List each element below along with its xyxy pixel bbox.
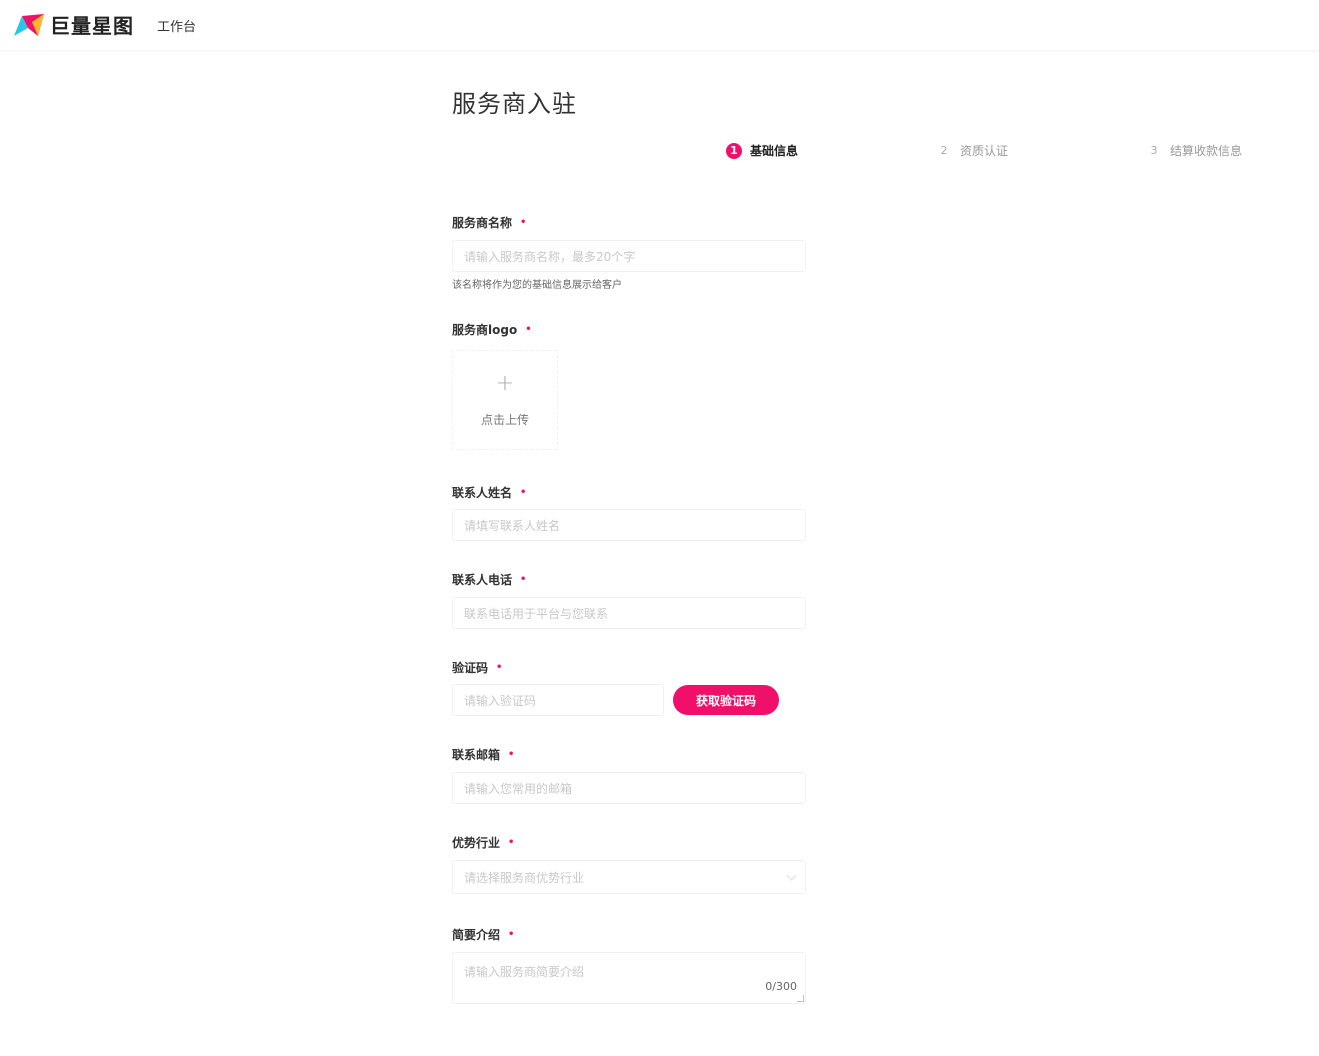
label-provider-logo: 服务商logo • — [452, 321, 532, 338]
label-email: 联系邮箱 • — [452, 746, 514, 763]
contact-name-input[interactable]: 请填写联系人姓名 — [452, 509, 806, 541]
plus-icon: + — [495, 370, 515, 396]
step-number: 3 — [1150, 144, 1158, 157]
step-label: 基础信息 — [750, 144, 799, 158]
brand-logo-icon — [14, 13, 44, 36]
step-basic-info: 1 基础信息 — [726, 142, 798, 159]
intro-textarea[interactable]: 请输入服务商简要介绍 0/300 — [452, 952, 806, 1004]
label-industry: 优势行业 • — [452, 834, 514, 851]
required-mark: • — [508, 749, 515, 760]
step-indicator: 1 基础信息 2 资质认证 3 结算收款信息 — [0, 142, 1319, 162]
input-placeholder: 请填写联系人姓名 — [464, 518, 561, 533]
input-placeholder: 请输入验证码 — [464, 693, 537, 708]
field-label-text: 验证码 — [452, 661, 489, 675]
top-bar: 巨量星图 工作台 — [0, 0, 1319, 50]
industry-select[interactable]: 请选择服务商优势行业 — [452, 860, 806, 894]
char-counter: 0/300 — [765, 980, 797, 993]
logo-upload[interactable]: + 点击上传 — [452, 350, 558, 450]
required-mark: • — [508, 837, 515, 848]
textarea-placeholder: 请输入服务商简要介绍 — [464, 965, 585, 979]
upload-label: 点击上传 — [480, 412, 529, 427]
input-placeholder: 联系电话用于平台与您联系 — [464, 606, 609, 621]
page-title: 服务商入驻 — [452, 90, 577, 118]
verify-code-input[interactable]: 请输入验证码 — [452, 684, 664, 716]
field-label-text: 服务商名称 — [452, 216, 513, 230]
input-placeholder: 请输入服务商名称，最多20个字 — [464, 249, 636, 264]
required-mark: • — [525, 324, 532, 335]
label-contact-phone: 联系人电话 • — [452, 571, 526, 588]
label-provider-name: 服务商名称 • — [452, 214, 526, 231]
step-label: 资质认证 — [960, 144, 1009, 158]
required-mark: • — [520, 487, 527, 498]
step-settlement: 3 结算收款信息 — [1146, 142, 1243, 159]
label-contact-name: 联系人姓名 • — [452, 484, 526, 501]
field-label-text: 联系人电话 — [452, 573, 513, 587]
provider-name-input[interactable]: 请输入服务商名称，最多20个字 — [452, 240, 806, 272]
input-placeholder: 请输入您常用的邮箱 — [464, 781, 573, 796]
contact-phone-input[interactable]: 联系电话用于平台与您联系 — [452, 597, 806, 629]
label-verify-code: 验证码 • — [452, 659, 502, 676]
required-mark: • — [508, 929, 515, 940]
chevron-down-icon — [786, 870, 797, 881]
step-number: 2 — [940, 144, 948, 157]
step-number: 1 — [726, 142, 742, 159]
provider-name-hint: 该名称将作为您的基础信息展示给客户 — [452, 280, 622, 291]
field-label-text: 联系邮箱 — [452, 748, 501, 762]
field-label-text: 简要介绍 — [452, 928, 501, 942]
get-code-button[interactable]: 获取验证码 — [673, 685, 779, 715]
required-mark: • — [520, 574, 527, 585]
required-mark: • — [520, 217, 527, 228]
resize-handle-icon[interactable] — [797, 995, 804, 1002]
email-input[interactable]: 请输入您常用的邮箱 — [452, 772, 806, 804]
field-label-text: 优势行业 — [452, 836, 501, 850]
field-label-text: 服务商logo — [452, 323, 518, 337]
nav-workbench[interactable]: 工作台 — [157, 16, 196, 35]
field-label-text: 联系人姓名 — [452, 486, 513, 500]
brand-name: 巨量星图 — [50, 14, 134, 38]
step-label: 结算收款信息 — [1170, 144, 1243, 158]
step-qualification: 2 资质认证 — [936, 142, 1009, 159]
select-placeholder: 请选择服务商优势行业 — [464, 870, 585, 885]
brand-logo[interactable]: 巨量星图 — [12, 10, 134, 39]
required-mark: • — [496, 662, 503, 673]
label-intro: 简要介绍 • — [452, 926, 514, 943]
